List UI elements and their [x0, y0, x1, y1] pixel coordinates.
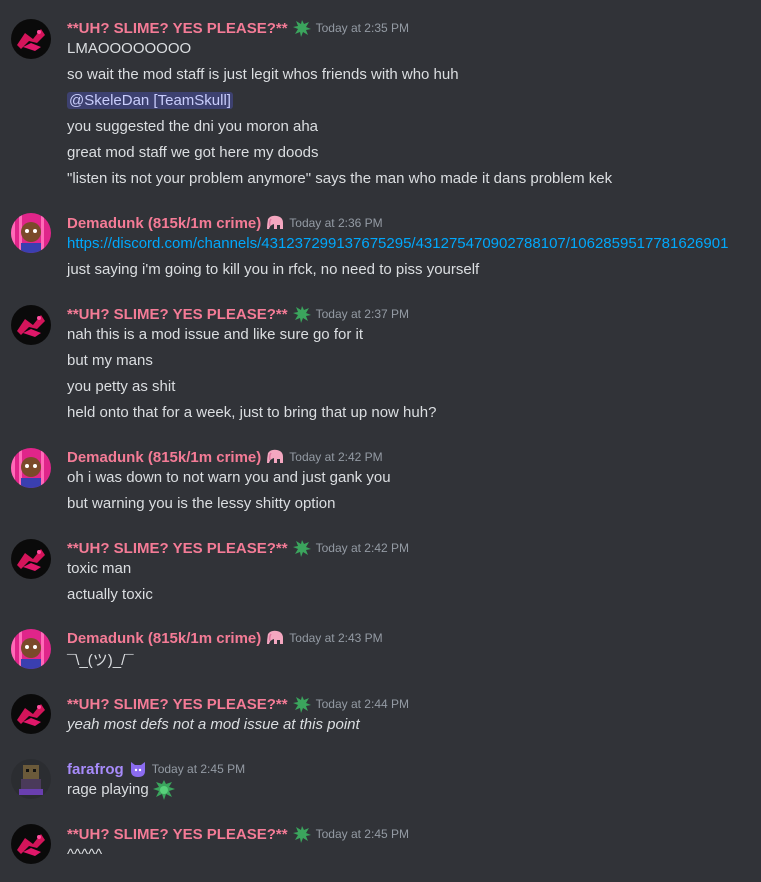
- timestamp[interactable]: Today at 2:42 PM: [316, 541, 409, 555]
- message-line: just saying i'm going to kill you in rfc…: [67, 261, 480, 278]
- elephant-icon[interactable]: [265, 447, 285, 467]
- avatar[interactable]: [11, 19, 51, 59]
- username[interactable]: **UH? SLIME? YES PLEASE?**: [67, 306, 288, 323]
- timestamp[interactable]: Today at 2:36 PM: [289, 216, 382, 230]
- avatar[interactable]: [11, 759, 51, 799]
- username[interactable]: **UH? SLIME? YES PLEASE?**: [67, 826, 288, 843]
- timestamp[interactable]: Today at 2:43 PM: [289, 631, 382, 645]
- timestamp[interactable]: Today at 2:37 PM: [316, 307, 409, 321]
- username[interactable]: farafrog: [67, 761, 124, 778]
- elephant-icon[interactable]: [265, 628, 285, 648]
- avatar[interactable]: [11, 824, 51, 864]
- cat-badge-icon[interactable]: [128, 759, 148, 779]
- avatar[interactable]: [11, 629, 51, 669]
- message-line: you suggested the dni you moron aha: [67, 118, 319, 135]
- message-link[interactable]: https://discord.com/channels/43123729913…: [67, 233, 728, 255]
- message-line: @SkeleDan [TeamSkull]: [67, 90, 233, 112]
- avatar[interactable]: [11, 213, 51, 253]
- message-line: nah this is a mod issue and like sure go…: [67, 326, 363, 343]
- slime-avatar-icon: [11, 19, 51, 59]
- message-text: rage playing: [67, 781, 149, 798]
- username[interactable]: Demadunk (815k/1m crime): [67, 630, 261, 647]
- message-line: but warning you is the lessy shitty opti…: [67, 495, 336, 512]
- username[interactable]: **UH? SLIME? YES PLEASE?**: [67, 20, 288, 37]
- avatar[interactable]: [11, 305, 51, 345]
- avatar[interactable]: [11, 694, 51, 734]
- splat-icon[interactable]: [292, 538, 312, 558]
- timestamp[interactable]: Today at 2:35 PM: [316, 21, 409, 35]
- elephant-icon[interactable]: [265, 213, 285, 233]
- demadunk-avatar-icon: [11, 629, 51, 669]
- slime-avatar-icon: [11, 694, 51, 734]
- username[interactable]: **UH? SLIME? YES PLEASE?**: [67, 696, 288, 713]
- message-line: yeah most defs not a mod issue at this p…: [67, 716, 360, 733]
- message-line: great mod staff we got here my doods: [67, 144, 319, 161]
- message-line: but my mans: [67, 352, 153, 369]
- avatar[interactable]: [11, 448, 51, 488]
- demadunk-avatar-icon: [11, 213, 51, 253]
- username[interactable]: Demadunk (815k/1m crime): [67, 215, 261, 232]
- message-line: you petty as shit: [67, 378, 176, 395]
- timestamp[interactable]: Today at 2:45 PM: [152, 762, 245, 776]
- message-line: oh i was down to not warn you and just g…: [67, 469, 391, 486]
- timestamp[interactable]: Today at 2:44 PM: [316, 697, 409, 711]
- farafrog-avatar-icon: [11, 759, 51, 799]
- avatar[interactable]: [11, 539, 51, 579]
- splat-icon[interactable]: [292, 694, 312, 714]
- slime-avatar-icon: [11, 539, 51, 579]
- message-line: ¯\_(ツ)_/¯: [67, 652, 134, 669]
- slime-emoji-icon[interactable]: [152, 779, 176, 801]
- splat-icon[interactable]: [292, 304, 312, 324]
- message-line: "listen its not your problem anymore" sa…: [67, 170, 613, 187]
- username[interactable]: Demadunk (815k/1m crime): [67, 449, 261, 466]
- message-line: toxic man: [67, 560, 132, 577]
- message-line: rage playing: [67, 779, 176, 801]
- message-line: LMAOOOOOOOO: [67, 40, 192, 57]
- splat-icon[interactable]: [292, 18, 312, 38]
- slime-avatar-icon: [11, 824, 51, 864]
- timestamp[interactable]: Today at 2:42 PM: [289, 450, 382, 464]
- message-line: ^^^^^: [67, 846, 103, 863]
- message-line: held onto that for a week, just to bring…: [67, 404, 437, 421]
- splat-icon[interactable]: [292, 824, 312, 844]
- slime-avatar-icon: [11, 305, 51, 345]
- demadunk-avatar-icon: [11, 448, 51, 488]
- user-mention[interactable]: @SkeleDan [TeamSkull]: [67, 92, 233, 109]
- message-line: so wait the mod staff is just legit whos…: [67, 66, 459, 83]
- message-line: actually toxic: [67, 586, 153, 603]
- username[interactable]: **UH? SLIME? YES PLEASE?**: [67, 540, 288, 557]
- timestamp[interactable]: Today at 2:45 PM: [316, 827, 409, 841]
